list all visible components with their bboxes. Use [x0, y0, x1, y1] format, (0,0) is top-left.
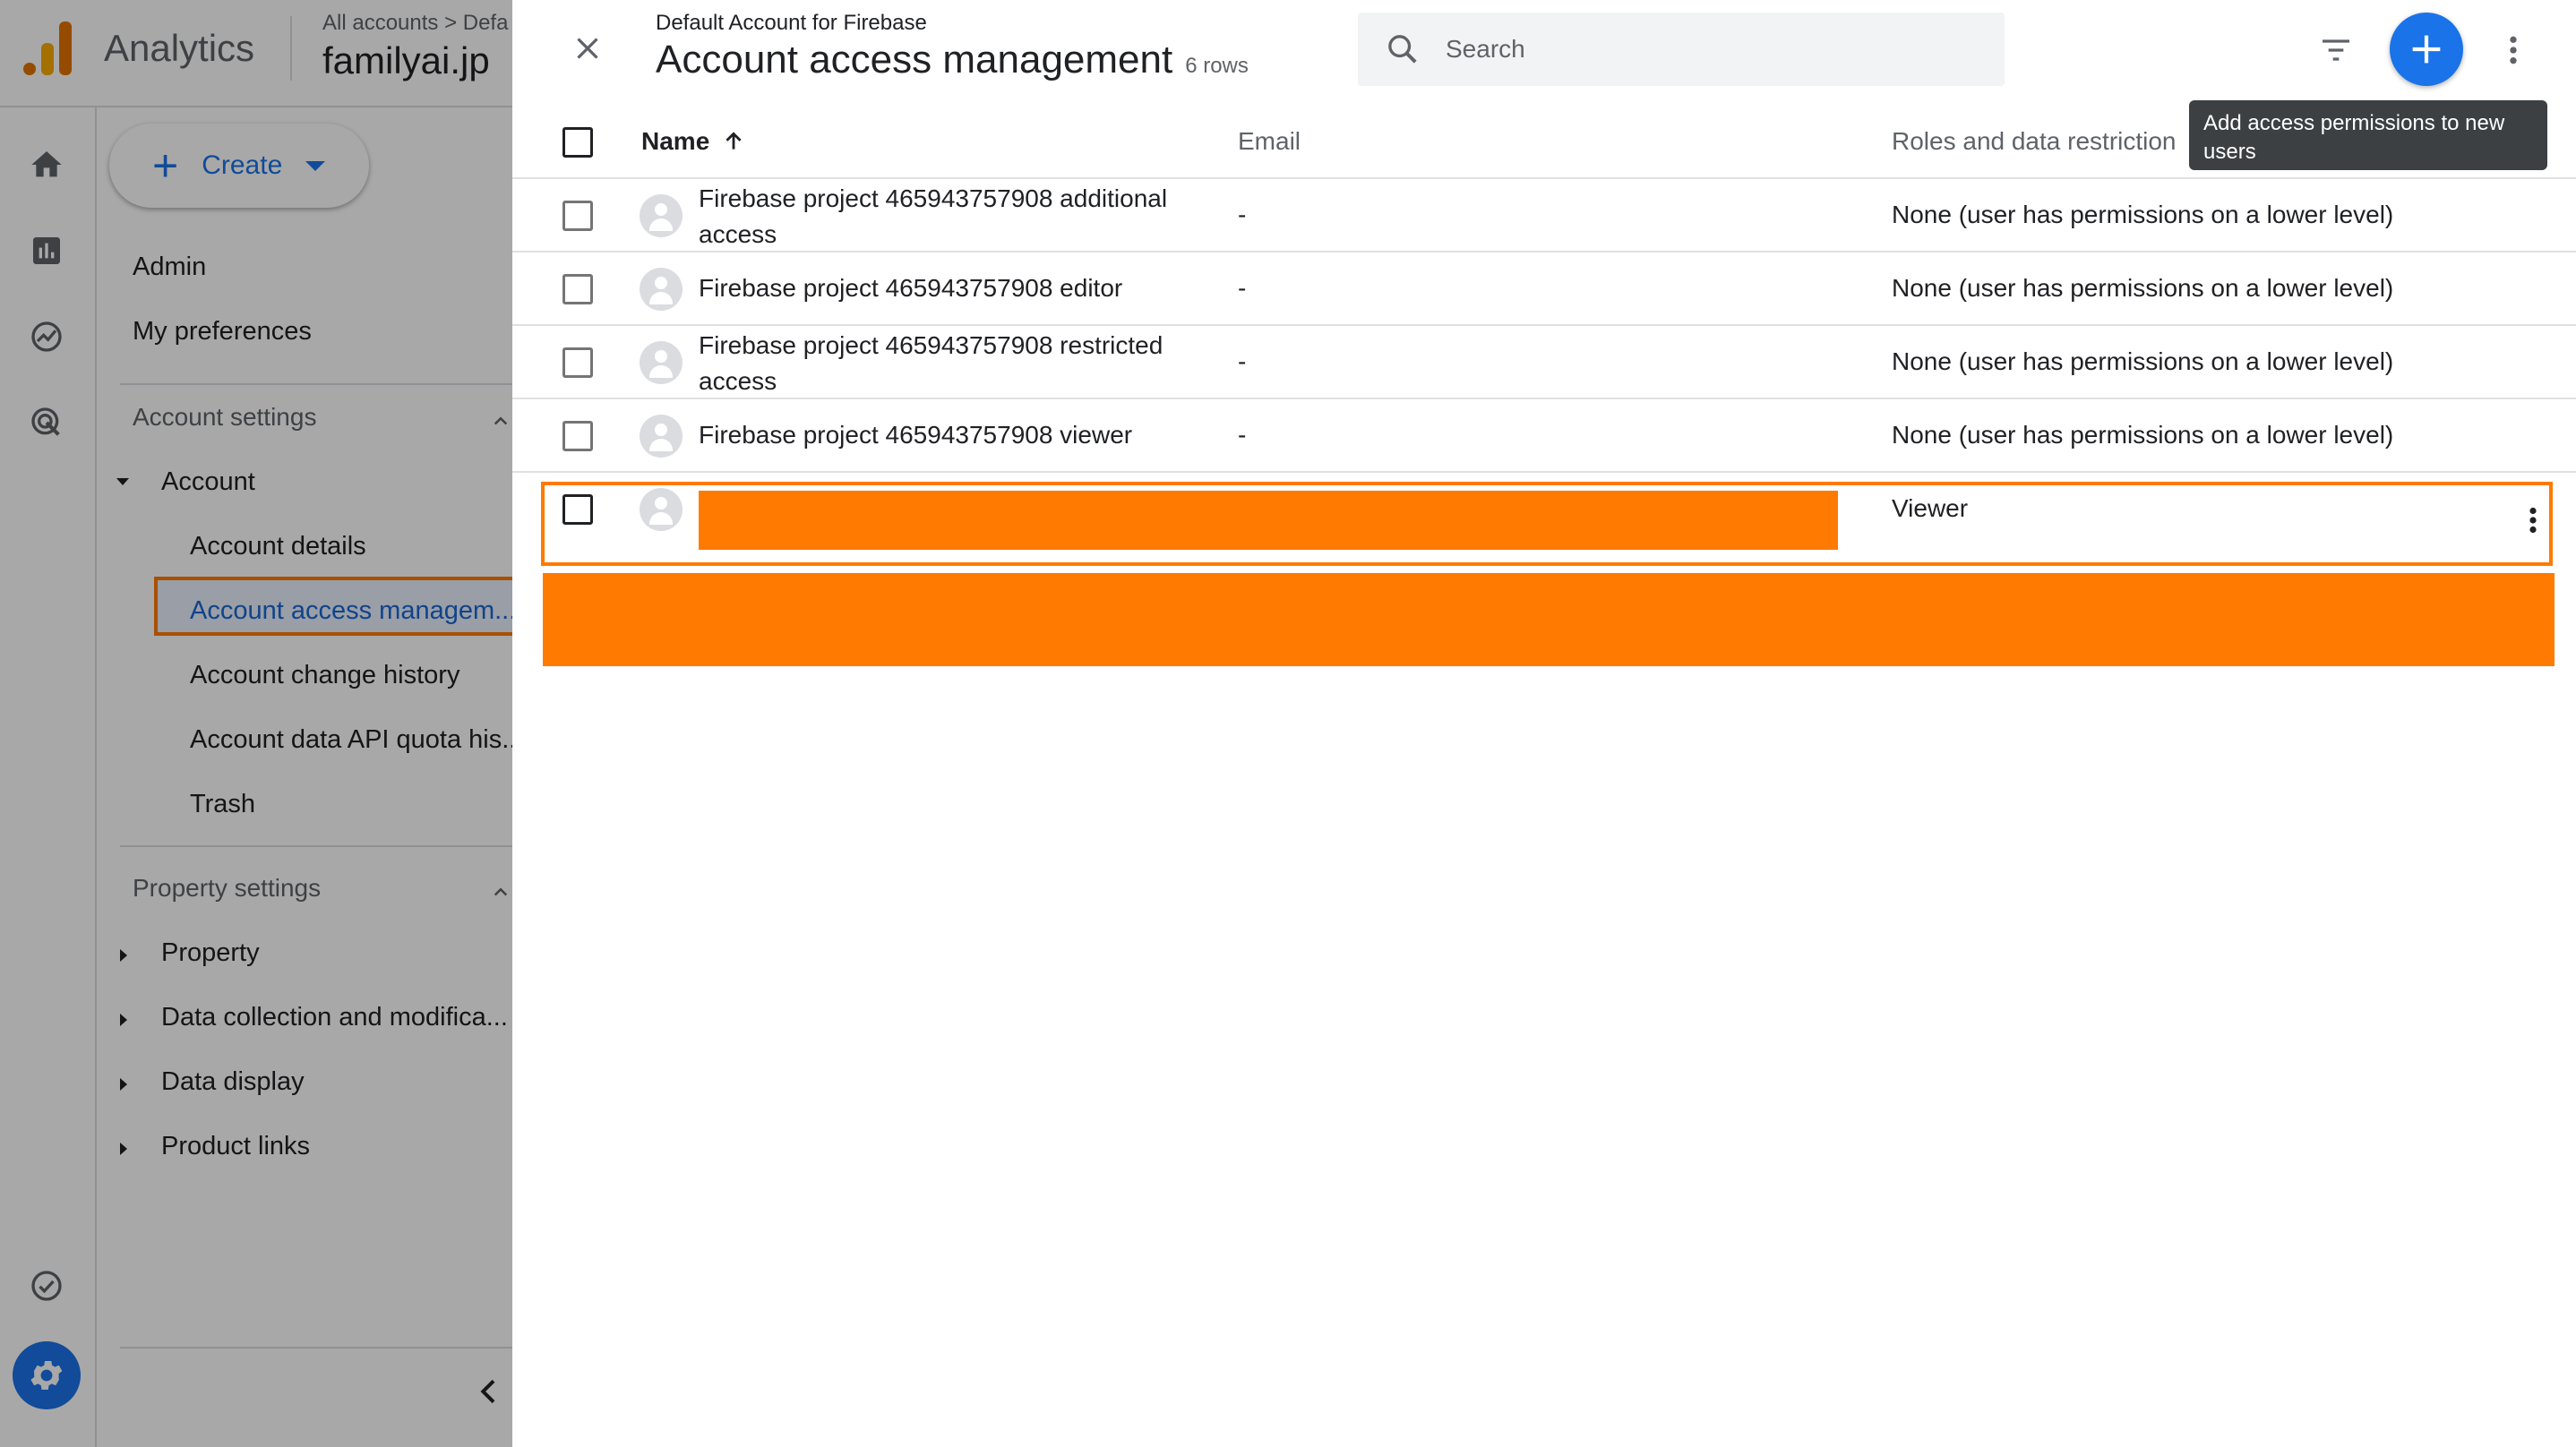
roles-column-header[interactable]: Roles and data restriction — [1892, 127, 2177, 156]
filter-icon — [2323, 39, 2349, 61]
select-all-checkbox[interactable] — [562, 127, 593, 158]
row-checkbox[interactable] — [562, 421, 593, 451]
user-email: - — [1238, 421, 1247, 449]
more-vert-icon — [2529, 507, 2537, 534]
dialog-title-text: Account access management — [656, 38, 1173, 81]
email-column-header[interactable]: Email — [1238, 127, 1301, 156]
filter-button[interactable] — [2311, 25, 2361, 75]
row-more-button[interactable] — [2524, 500, 2542, 541]
search-input[interactable] — [1444, 34, 1981, 64]
row-checkbox[interactable] — [562, 274, 593, 304]
arrow-up-icon — [726, 132, 742, 150]
user-name: Firebase project 465943757908 viewer — [699, 421, 1133, 449]
user-name: Firebase project 465943757908 restricted… — [699, 331, 1163, 395]
more-options-button[interactable] — [2495, 25, 2531, 75]
row-checkbox[interactable] — [562, 347, 593, 378]
plus-icon — [2412, 35, 2441, 64]
redacted-region — [543, 573, 2555, 666]
avatar-icon — [640, 415, 683, 458]
account-access-dialog: Default Account for Firebase Account acc… — [512, 0, 2576, 1447]
table-row[interactable]: Firebase project 465943757908 editor - N… — [512, 253, 2576, 326]
close-icon — [577, 38, 598, 59]
name-header-label: Name — [641, 127, 710, 155]
close-button[interactable] — [562, 23, 613, 73]
user-role: None (user has permissions on a lower le… — [1892, 347, 2394, 375]
avatar-icon — [640, 268, 683, 311]
name-column-header[interactable]: Name — [641, 127, 745, 156]
redacted-user-name — [699, 491, 1838, 550]
table-row[interactable]: Firebase project 465943757908 restricted… — [512, 326, 2576, 399]
user-role: None (user has permissions on a lower le… — [1892, 201, 2394, 228]
search-icon — [1388, 35, 1417, 64]
row-checkbox[interactable] — [562, 201, 593, 231]
dialog-subtitle: Default Account for Firebase — [656, 11, 927, 35]
rows-count: 6 rows — [1185, 54, 1249, 78]
avatar-icon — [640, 341, 683, 384]
table-row[interactable]: Firebase project 465943757908 additional… — [512, 179, 2576, 253]
user-email: - — [1238, 274, 1247, 302]
user-role: None (user has permissions on a lower le… — [1892, 274, 2394, 302]
user-email: - — [1238, 347, 1247, 375]
more-vert-icon — [2510, 36, 2517, 64]
user-role: None (user has permissions on a lower le… — [1892, 421, 2394, 449]
add-users-button[interactable] — [2390, 13, 2463, 86]
add-permissions-tooltip: Add access permissions to new users — [2189, 100, 2547, 170]
user-name: Firebase project 465943757908 additional… — [699, 184, 1168, 248]
dialog-title: Account access management 6 rows — [656, 38, 1249, 82]
user-email: - — [1238, 201, 1247, 228]
avatar-icon — [640, 194, 683, 237]
table-row[interactable]: Firebase project 465943757908 viewer - N… — [512, 399, 2576, 473]
user-name: Firebase project 465943757908 editor — [699, 274, 1123, 302]
search-box[interactable] — [1358, 13, 2005, 86]
